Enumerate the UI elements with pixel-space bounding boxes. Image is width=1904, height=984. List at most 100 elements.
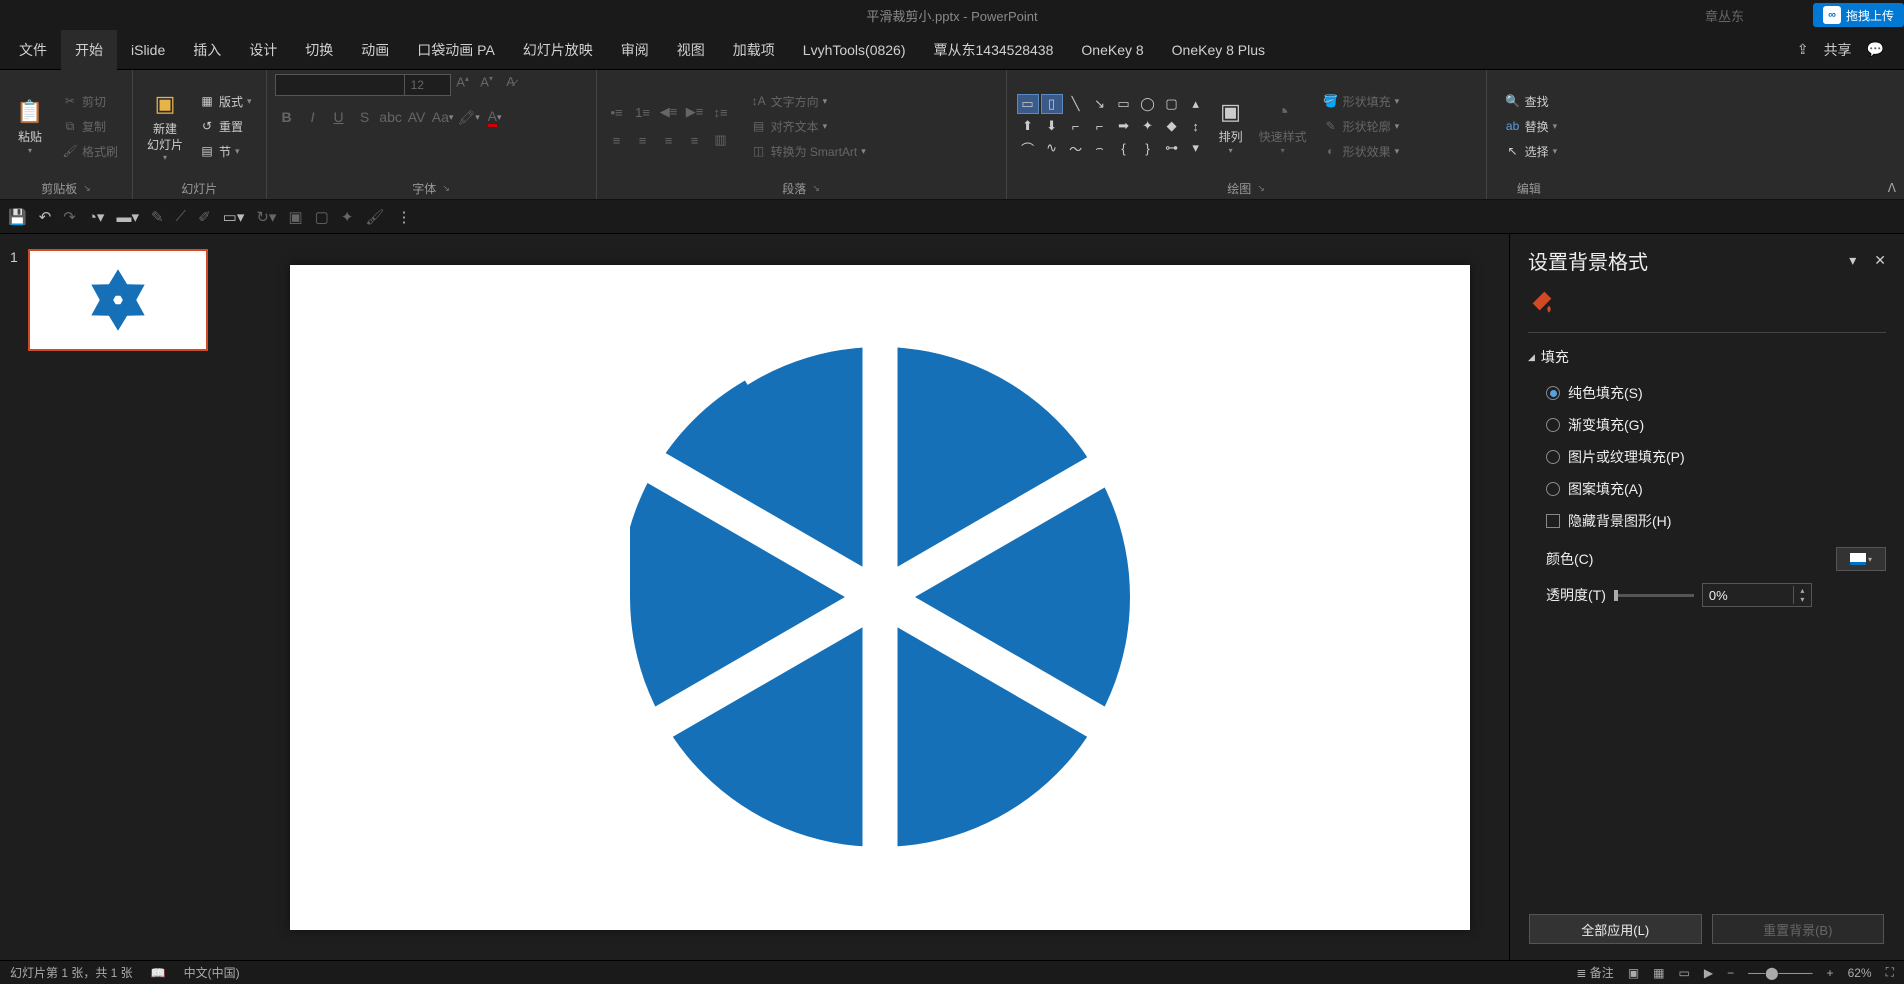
slideshow-view-button[interactable]: ▶: [1704, 966, 1713, 980]
tab-onekey[interactable]: OneKey 8: [1067, 32, 1157, 68]
strikethrough-button[interactable]: S: [353, 106, 377, 128]
shape-rect[interactable]: ▭: [1113, 94, 1135, 114]
copy-button[interactable]: ⧉复制: [56, 116, 124, 137]
text-direction-button[interactable]: ↕A文字方向: [745, 91, 872, 112]
section-button[interactable]: ▤节: [193, 141, 258, 162]
zoom-level[interactable]: 62%: [1848, 966, 1872, 980]
tab-islide[interactable]: iSlide: [117, 32, 179, 68]
qat-caption-button[interactable]: ▭▾: [223, 208, 245, 226]
increase-font-button[interactable]: A▴: [451, 74, 475, 96]
align-left-button[interactable]: ≡: [605, 129, 629, 151]
qat-star-button[interactable]: ✦: [341, 208, 354, 226]
tab-design[interactable]: 设计: [235, 30, 291, 70]
picture-fill-option[interactable]: 图片或纹理填充(P): [1528, 441, 1886, 473]
qat-bring-button[interactable]: ▢: [315, 208, 329, 226]
shadow-button[interactable]: abc: [379, 106, 403, 128]
align-right-button[interactable]: ≡: [657, 129, 681, 151]
reset-button[interactable]: ↺重置: [193, 116, 258, 137]
font-color-button[interactable]: A: [483, 106, 507, 128]
fill-section-header[interactable]: 填充: [1528, 347, 1886, 367]
decrease-font-button[interactable]: A▾: [475, 74, 499, 96]
arrange-button[interactable]: ▣ 排列 ▾: [1209, 92, 1253, 160]
font-name-input[interactable]: [275, 74, 405, 96]
shape-brace-l[interactable]: {: [1113, 138, 1135, 158]
qat-edit-button[interactable]: ✐: [198, 208, 211, 226]
columns-button[interactable]: ▥: [709, 129, 733, 151]
tab-addins[interactable]: 加载项: [719, 30, 789, 70]
tab-view[interactable]: 视图: [663, 30, 719, 70]
format-painter-button[interactable]: 🖌格式刷: [56, 141, 124, 162]
gradient-fill-option[interactable]: 渐变填充(G): [1528, 409, 1886, 441]
font-size-input[interactable]: 12: [405, 74, 451, 96]
slide-thumbnails-panel[interactable]: 1: [0, 234, 250, 960]
fill-bucket-icon[interactable]: [1528, 287, 1556, 315]
reset-bg-button[interactable]: 重置背景(B): [1712, 914, 1885, 944]
hide-bg-option[interactable]: 隐藏背景图形(H): [1528, 505, 1886, 537]
align-text-button[interactable]: ▤对齐文本: [745, 116, 872, 137]
shape-curve[interactable]: ∿: [1041, 138, 1063, 158]
share-button[interactable]: 共享: [1824, 40, 1852, 60]
tab-slideshow[interactable]: 幻灯片放映: [509, 30, 607, 70]
qat-brush2-button[interactable]: 🖌: [365, 208, 384, 226]
layout-button[interactable]: ▦版式: [193, 91, 258, 112]
dialog-launcher-icon[interactable]: ↘: [442, 183, 450, 194]
select-button[interactable]: ↖选择: [1499, 141, 1564, 162]
increase-indent-button[interactable]: ▶≡: [683, 101, 707, 123]
shape-scroll-down[interactable]: ▾: [1185, 138, 1207, 158]
language-indicator[interactable]: 中文(中国): [184, 964, 240, 981]
shape-arrow-right[interactable]: ➡: [1113, 116, 1135, 136]
notes-button[interactable]: ≣ 备注: [1576, 964, 1613, 981]
transparency-spinner[interactable]: 0%▴▾: [1702, 583, 1812, 607]
tab-transitions[interactable]: 切换: [291, 30, 347, 70]
tab-lvyh[interactable]: LvyhTools(0826): [789, 32, 920, 68]
highlight-button[interactable]: 🖍: [457, 106, 481, 128]
shape-effects-button[interactable]: ◐形状效果: [1317, 141, 1406, 162]
underline-button[interactable]: U: [327, 106, 351, 128]
user-name[interactable]: 章丛东: [1705, 6, 1744, 25]
tab-file[interactable]: 文件: [5, 30, 61, 70]
shape-arc[interactable]: ⌒: [1017, 138, 1039, 158]
tab-insert[interactable]: 插入: [179, 30, 235, 70]
undo-button[interactable]: ↶: [39, 208, 52, 226]
color-picker-button[interactable]: ▾: [1836, 547, 1886, 571]
panel-dropdown-icon[interactable]: ▾: [1849, 252, 1856, 269]
shape-arrow-up[interactable]: ⬆: [1017, 116, 1039, 136]
qat-pen-button[interactable]: ✎: [151, 208, 164, 226]
collapse-ribbon-button[interactable]: ᐱ: [1888, 181, 1896, 195]
shape-elbow[interactable]: ⌐: [1089, 116, 1111, 136]
upload-button[interactable]: ∞ 拖拽上传: [1813, 3, 1904, 27]
shape-arrow-line[interactable]: ↘: [1089, 94, 1111, 114]
shapes-gallery[interactable]: ▭ ▯ ╲ ↘ ▭ ◯ ▢ ▴ ⬆ ⬇ ⌐ ⌐ ➡ ✦ ◆ ↕ ⌒ ∿ ～ ⌢: [1015, 92, 1209, 160]
shape-vtextbox[interactable]: ▯: [1041, 94, 1063, 114]
tab-onekey-plus[interactable]: OneKey 8 Plus: [1158, 32, 1279, 68]
shape-wave[interactable]: ～: [1065, 138, 1087, 158]
paste-button[interactable]: 📋 粘贴 ▾: [8, 92, 52, 160]
cut-button[interactable]: ✂剪切: [56, 91, 124, 112]
solid-fill-option[interactable]: 纯色填充(S): [1528, 377, 1886, 409]
shape-oval[interactable]: ◯: [1137, 94, 1159, 114]
spellcheck-icon[interactable]: 📖: [151, 966, 166, 980]
shape-line[interactable]: ╲: [1065, 94, 1087, 114]
reading-view-button[interactable]: ▭: [1679, 966, 1690, 980]
slide-canvas-area[interactable]: [250, 234, 1509, 960]
dialog-launcher-icon[interactable]: ↘: [1257, 183, 1265, 194]
shape-arrow-down[interactable]: ⬇: [1041, 116, 1063, 136]
align-center-button[interactable]: ≡: [631, 129, 655, 151]
replace-button[interactable]: ab替换: [1499, 116, 1564, 137]
dialog-launcher-icon[interactable]: ↘: [83, 183, 91, 194]
dialog-launcher-icon[interactable]: ↘: [812, 183, 820, 194]
zoom-in-button[interactable]: +: [1827, 966, 1834, 980]
tab-animations[interactable]: 动画: [347, 30, 403, 70]
apply-all-button[interactable]: 全部应用(L): [1529, 914, 1702, 944]
decrease-indent-button[interactable]: ◀≡: [657, 101, 681, 123]
sorter-view-button[interactable]: ▦: [1653, 966, 1664, 980]
convert-smartart-button[interactable]: ◫转换为 SmartArt: [745, 141, 872, 162]
qat-group-button[interactable]: ▣: [288, 208, 302, 226]
tab-home[interactable]: 开始: [61, 30, 117, 70]
pattern-fill-option[interactable]: 图案填充(A): [1528, 473, 1886, 505]
change-case-button[interactable]: Aa: [431, 106, 455, 128]
clear-formatting-button[interactable]: A̷: [499, 74, 523, 96]
shape-textbox[interactable]: ▭: [1017, 94, 1039, 114]
qat-align-button[interactable]: ▬▾: [116, 208, 139, 226]
italic-button[interactable]: I: [301, 106, 325, 128]
